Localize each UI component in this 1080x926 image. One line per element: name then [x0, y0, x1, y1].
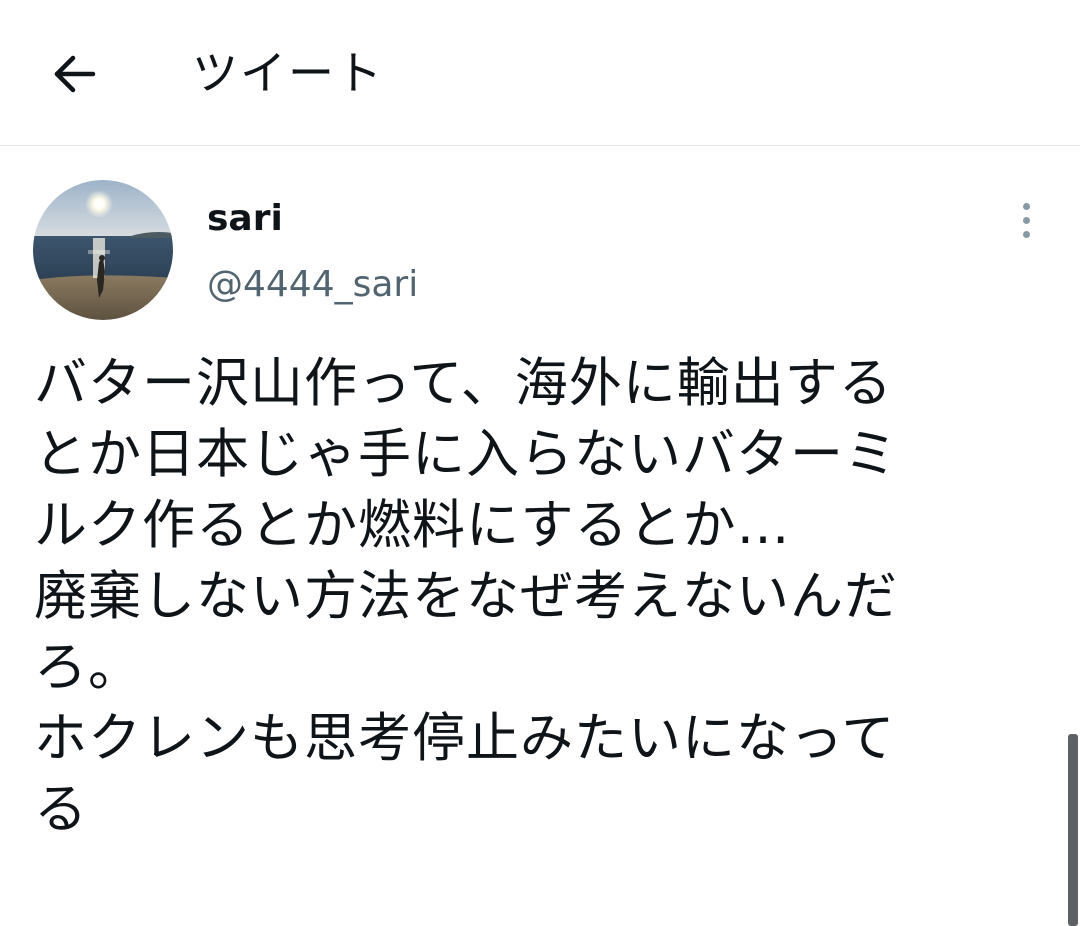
- arrow-left-icon: [54, 55, 96, 93]
- more-vertical-icon: [1022, 202, 1030, 210]
- more-options-button[interactable]: [1006, 198, 1046, 242]
- avatar[interactable]: [33, 180, 173, 320]
- top-bar: ツイート: [0, 0, 1080, 146]
- tweet-text: バター沢山作って、海外に輸出する とか日本じゃ手に入らないバターミ ルク作るとか…: [34, 353, 898, 840]
- author-handle[interactable]: @4444_sari: [207, 262, 418, 308]
- back-button[interactable]: [44, 46, 104, 102]
- author-name[interactable]: sari: [207, 196, 283, 242]
- scrollbar[interactable]: [1068, 734, 1078, 926]
- more-vertical-icon-dot: [1022, 216, 1030, 224]
- more-vertical-icon-dot: [1022, 230, 1030, 238]
- page-title: ツイート: [192, 46, 384, 100]
- sunset-beach-photo: [33, 180, 173, 320]
